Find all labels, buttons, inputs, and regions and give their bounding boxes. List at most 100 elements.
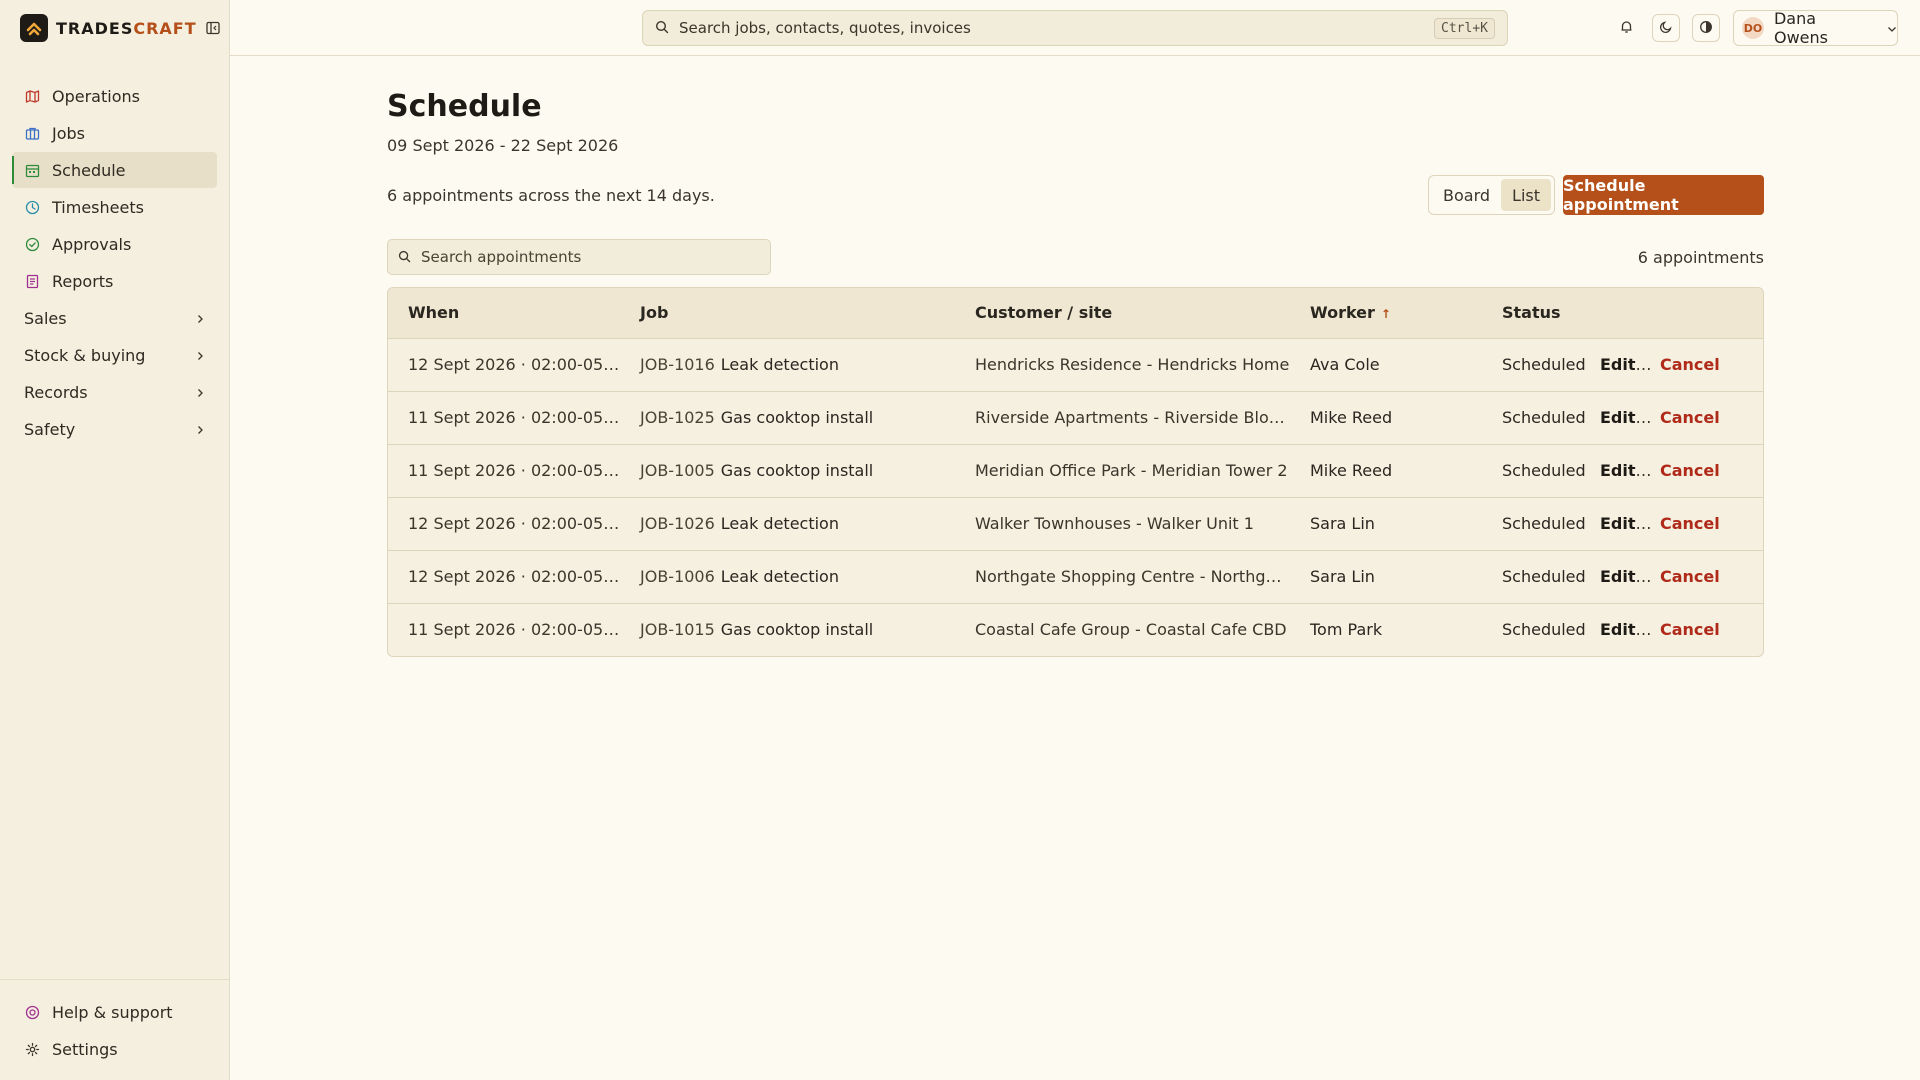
edit-button[interactable]: Edit — [1600, 567, 1636, 586]
cell-job: JOB-1005 Gas cooktop install — [620, 444, 955, 498]
cell-status: Scheduled — [1482, 444, 1600, 498]
lifebuoy-icon — [24, 1004, 40, 1020]
edit-button[interactable]: Edit — [1600, 620, 1636, 639]
cell-customer: Meridian Office Park - Meridian Tower 2 — [955, 444, 1290, 498]
chevron-right-icon — [195, 346, 205, 365]
global-search-input[interactable] — [679, 19, 1435, 37]
cell-when: 12 Sept 2026 · 02:00-05:00 — [388, 497, 620, 551]
table-row[interactable]: 11 Sept 2026 · 02:00-05:00 JOB-1025 Gas co… — [388, 391, 1763, 445]
cancel-button[interactable]: Cancel — [1660, 620, 1720, 639]
sidebar-group-stock-buying[interactable]: Stock & buying — [12, 337, 217, 374]
appointment-search[interactable] — [387, 239, 771, 275]
edit-button[interactable]: Edit — [1600, 355, 1636, 374]
user-menu[interactable]: DO Dana Owens — [1733, 9, 1898, 47]
cancel-button[interactable]: Cancel — [1660, 567, 1720, 586]
sidebar-item-approvals[interactable]: Approvals — [12, 226, 217, 262]
cancel-button[interactable]: Cancel — [1660, 355, 1720, 374]
sidebar-item-timesheets[interactable]: Timesheets — [12, 189, 217, 225]
job-code[interactable]: JOB-1026 — [640, 514, 715, 533]
table-body: 12 Sept 2026 · 02:00-05:00 JOB-1016 Leak d… — [388, 338, 1763, 656]
cell-when: 11 Sept 2026 · 02:00-05:00 — [388, 391, 620, 445]
view-list-button[interactable]: List — [1501, 179, 1551, 211]
sidebar-nav: Operations Jobs Schedule Timesheets Appr… — [0, 78, 229, 448]
cell-customer: Riverside Apartments - Riverside Block B — [955, 391, 1290, 445]
user-name: Dana Owens — [1773, 9, 1828, 47]
job-code[interactable]: JOB-1015 — [640, 620, 715, 639]
cancel-button[interactable]: Cancel — [1660, 461, 1720, 480]
cell-edit: Edit — [1600, 338, 1660, 392]
cell-cancel: Cancel — [1660, 391, 1763, 445]
main-content: Schedule 09 Sept 2026 - 22 Sept 2026 6 a… — [387, 56, 1764, 657]
table-row[interactable]: 12 Sept 2026 · 02:00-05:00 JOB-1006 Leak d… — [388, 550, 1763, 604]
global-search[interactable]: Ctrl+K — [642, 10, 1508, 46]
sidebar-group-label: Stock & buying — [24, 346, 146, 365]
cell-worker: Sara Lin — [1290, 550, 1482, 604]
sidebar-item-operations[interactable]: Operations — [12, 78, 217, 114]
map-icon — [24, 88, 40, 104]
cell-worker: Sara Lin — [1290, 497, 1482, 551]
sidebar-group-safety[interactable]: Safety — [12, 411, 217, 448]
job-title: Leak detection — [720, 514, 839, 533]
brand-logo-icon[interactable] — [20, 14, 48, 42]
edit-button[interactable]: Edit — [1600, 514, 1636, 533]
job-code[interactable]: JOB-1016 — [640, 355, 715, 374]
view-toggle: Board List — [1428, 175, 1555, 215]
sidebar-item-schedule[interactable]: Schedule — [12, 152, 217, 188]
job-code[interactable]: JOB-1006 — [640, 567, 715, 586]
sidebar-group-label: Safety — [24, 420, 76, 439]
column-header-customer[interactable]: Customer / site — [955, 288, 1290, 339]
edit-button[interactable]: Edit — [1600, 408, 1636, 427]
page-title: Schedule — [387, 89, 542, 124]
schedule-appointment-button[interactable]: Schedule appointment — [1563, 175, 1764, 215]
contrast-icon — [1699, 19, 1713, 38]
check-circle-icon — [24, 236, 40, 252]
search-icon — [398, 248, 411, 267]
sort-ascending-icon: ↑ — [1380, 307, 1391, 322]
sidebar-item-help-support[interactable]: Help & support — [12, 994, 217, 1030]
theme-toggle-button[interactable] — [1652, 14, 1680, 42]
table-row[interactable]: 12 Sept 2026 · 02:00-05:00 JOB-1026 Leak d… — [388, 497, 1763, 551]
cell-job: JOB-1006 Leak detection — [620, 550, 955, 604]
job-code[interactable]: JOB-1005 — [640, 461, 715, 480]
sidebar-item-label: Approvals — [52, 234, 132, 254]
column-header-status[interactable]: Status — [1482, 288, 1600, 339]
sidebar-bottom: Help & support Settings — [0, 979, 229, 1080]
cell-worker: Tom Park — [1310, 620, 1383, 640]
table-row[interactable]: 11 Sept 2026 · 02:00-05:00 JOB-1015 Gas co… — [388, 603, 1763, 656]
sidebar-collapse-icon[interactable] — [206, 21, 220, 35]
top-bar: Ctrl+K DO Dana Owens — [230, 0, 1920, 56]
table-row[interactable]: 11 Sept 2026 · 02:00-05:00 JOB-1005 Gas co… — [388, 444, 1763, 498]
notifications-button[interactable] — [1612, 14, 1640, 42]
sidebar-item-settings[interactable]: Settings — [12, 1031, 217, 1067]
sidebar-item-label: Reports — [52, 271, 114, 291]
cancel-button[interactable]: Cancel — [1660, 514, 1720, 533]
job-code[interactable]: JOB-1025 — [640, 408, 715, 427]
sidebar-item-jobs[interactable]: Jobs — [12, 115, 217, 151]
sidebar-group-records[interactable]: Records — [12, 374, 217, 411]
cell-status: Scheduled — [1482, 497, 1600, 551]
briefcase-icon — [24, 125, 40, 141]
cancel-button[interactable]: Cancel — [1660, 408, 1720, 427]
view-board-button[interactable]: Board — [1432, 179, 1501, 211]
cell-when: 12 Sept 2026 · 02:00-05:00 — [388, 338, 620, 392]
sidebar-group-sales[interactable]: Sales — [12, 300, 217, 337]
avatar: DO — [1742, 17, 1764, 39]
sidebar-item-reports[interactable]: Reports — [12, 263, 217, 299]
column-header-worker[interactable]: Worker ↑ — [1290, 288, 1482, 339]
table-row[interactable]: 12 Sept 2026 · 02:00-05:00 JOB-1016 Leak d… — [388, 338, 1763, 392]
appointment-search-input[interactable] — [421, 248, 770, 266]
column-header-when[interactable]: When — [388, 288, 620, 339]
cell-job: JOB-1016 Leak detection — [620, 338, 955, 392]
column-header-job[interactable]: Job — [620, 288, 955, 339]
appointments-table: When Job Customer / site Worker ↑ Status … — [387, 287, 1764, 657]
filter-row: 6 appointments — [387, 239, 1764, 275]
edit-button[interactable]: Edit — [1600, 461, 1636, 480]
sidebar-item-label: Timesheets — [52, 197, 144, 217]
cell-edit: Edit — [1600, 603, 1660, 656]
sidebar-item-label: Jobs — [52, 123, 85, 143]
sidebar-item-label: Settings — [52, 1039, 118, 1059]
cell-customer: Northgate Shopping Centre - Northgate A.… — [955, 550, 1290, 604]
contrast-toggle-button[interactable] — [1692, 14, 1720, 42]
sidebar: TRADESCRAFT Operations Jobs Schedule Tim… — [0, 0, 230, 1080]
chevron-right-icon — [195, 420, 205, 439]
